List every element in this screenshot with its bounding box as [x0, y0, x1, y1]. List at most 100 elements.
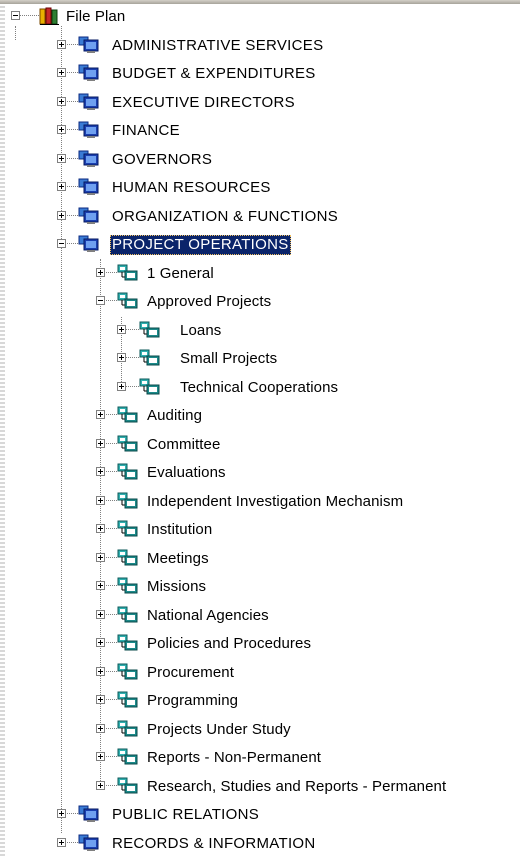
tree-item-governors[interactable]: GOVERNORS [0, 147, 520, 175]
expand-toggle-icon[interactable] [57, 154, 66, 163]
expand-toggle-icon[interactable] [117, 382, 126, 391]
tree-item-institution[interactable]: Institution [0, 517, 520, 545]
computer-folder-icon [78, 93, 100, 111]
tree-item-label: HUMAN RESOURCES [112, 179, 271, 196]
tree-item-label: Institution [147, 521, 213, 538]
expand-toggle-icon[interactable] [96, 524, 105, 533]
network-folder-icon [117, 492, 139, 510]
tree-item-label: Independent Investigation Mechanism [147, 493, 404, 510]
tree-item-research-studies-and-reports-permanent[interactable]: Research, Studies and Reports - Permanen… [0, 774, 520, 802]
computer-folder-icon [78, 121, 100, 139]
expand-toggle-icon[interactable] [57, 97, 66, 106]
collapse-toggle-icon[interactable] [96, 296, 105, 305]
collapse-toggle-icon[interactable] [57, 239, 66, 248]
tree-item-budget-expenditures[interactable]: BUDGET & EXPENDITURES [0, 61, 520, 89]
network-folder-icon [117, 720, 139, 738]
tree-item-label: Approved Projects [147, 293, 272, 310]
computer-folder-icon [78, 178, 100, 196]
tree-item-records-information[interactable]: RECORDS & INFORMATION [0, 831, 520, 859]
tree-item-finance[interactable]: FINANCE [0, 118, 520, 146]
network-folder-icon [117, 606, 139, 624]
expand-toggle-icon[interactable] [96, 752, 105, 761]
tree-item-procurement[interactable]: Procurement [0, 660, 520, 688]
expand-toggle-icon[interactable] [96, 496, 105, 505]
tree-item-label: RECORDS & INFORMATION [112, 835, 316, 852]
tree-item-evaluations[interactable]: Evaluations [0, 460, 520, 488]
tree-item-label: Meetings [147, 550, 209, 567]
computer-folder-icon [78, 36, 100, 54]
expand-toggle-icon[interactable] [57, 125, 66, 134]
expand-toggle-icon[interactable] [57, 40, 66, 49]
tree-item-label: PROJECT OPERATIONS [110, 235, 291, 255]
file-plan-tree[interactable]: File Plan ADMINISTRATIVE SERVICES BUDGET &… [0, 4, 520, 858]
expand-toggle-icon[interactable] [96, 781, 105, 790]
network-folder-icon [117, 748, 139, 766]
tree-item-label: BUDGET & EXPENDITURES [112, 65, 316, 82]
tree-item-organization-functions[interactable]: ORGANIZATION & FUNCTIONS [0, 204, 520, 232]
tree-item-reports-non-permanent[interactable]: Reports - Non-Permanent [0, 745, 520, 773]
tree-item-projects-under-study[interactable]: Projects Under Study [0, 717, 520, 745]
collapse-toggle-icon[interactable] [11, 11, 20, 20]
tree-item-human-resources[interactable]: HUMAN RESOURCES [0, 175, 520, 203]
tree-item-label: Reports - Non-Permanent [147, 749, 322, 766]
tree-item-label: Procurement [147, 664, 234, 681]
tree-item-label: GOVERNORS [112, 151, 213, 168]
tree-item-independent-investigation-mechanism[interactable]: Independent Investigation Mechanism [0, 489, 520, 517]
expand-toggle-icon[interactable] [96, 410, 105, 419]
expand-toggle-icon[interactable] [57, 838, 66, 847]
tree-item-1-general[interactable]: 1 General [0, 261, 520, 289]
tree-item-programming[interactable]: Programming [0, 688, 520, 716]
tree-item-file-plan[interactable]: File Plan [0, 4, 520, 32]
expand-toggle-icon[interactable] [57, 809, 66, 818]
tree-item-project-operations[interactable]: PROJECT OPERATIONS [0, 232, 520, 260]
expand-toggle-icon[interactable] [96, 268, 105, 277]
tree-item-technical-cooperations[interactable]: Technical Cooperations [0, 375, 520, 403]
tree-item-auditing[interactable]: Auditing [0, 403, 520, 431]
network-folder-icon [117, 691, 139, 709]
expand-toggle-icon[interactable] [96, 610, 105, 619]
tree-item-label: Committee [147, 436, 221, 453]
tree-item-loans[interactable]: Loans [0, 318, 520, 346]
tree-item-label: PUBLIC RELATIONS [112, 806, 260, 823]
expand-toggle-icon[interactable] [96, 695, 105, 704]
expand-toggle-icon[interactable] [96, 638, 105, 647]
expand-toggle-icon[interactable] [57, 182, 66, 191]
tree-item-approved-projects[interactable]: Approved Projects [0, 289, 520, 317]
tree-item-label: Research, Studies and Reports - Permanen… [147, 778, 447, 795]
tree-item-policies-and-procedures[interactable]: Policies and Procedures [0, 631, 520, 659]
tree-item-missions[interactable]: Missions [0, 574, 520, 602]
tree-item-label: Loans [180, 322, 222, 339]
network-folder-icon [139, 321, 161, 339]
expand-toggle-icon[interactable] [117, 325, 126, 334]
tree-item-label: Technical Cooperations [180, 379, 339, 396]
computer-folder-icon [78, 64, 100, 82]
tree-item-label: File Plan [66, 8, 126, 25]
expand-toggle-icon[interactable] [96, 667, 105, 676]
network-folder-icon [117, 634, 139, 652]
expand-toggle-icon[interactable] [96, 439, 105, 448]
computer-folder-icon [78, 235, 100, 253]
tree-item-public-relations[interactable]: PUBLIC RELATIONS [0, 802, 520, 830]
tree-item-label: FINANCE [112, 122, 180, 139]
tree-item-meetings[interactable]: Meetings [0, 546, 520, 574]
expand-toggle-icon[interactable] [96, 553, 105, 562]
tree-item-administrative-services[interactable]: ADMINISTRATIVE SERVICES [0, 33, 520, 61]
tree-item-national-agencies[interactable]: National Agencies [0, 603, 520, 631]
network-folder-icon [117, 549, 139, 567]
network-folder-icon [117, 406, 139, 424]
books-icon [39, 7, 61, 25]
expand-toggle-icon[interactable] [57, 68, 66, 77]
expand-toggle-icon[interactable] [117, 353, 126, 362]
network-folder-icon [117, 435, 139, 453]
network-folder-icon [117, 264, 139, 282]
computer-folder-icon [78, 150, 100, 168]
expand-toggle-icon[interactable] [96, 467, 105, 476]
tree-item-executive-directors[interactable]: EXECUTIVE DIRECTORS [0, 90, 520, 118]
expand-toggle-icon[interactable] [57, 211, 66, 220]
tree-item-small-projects[interactable]: Small Projects [0, 346, 520, 374]
expand-toggle-icon[interactable] [96, 724, 105, 733]
tree-item-committee[interactable]: Committee [0, 432, 520, 460]
expand-toggle-icon[interactable] [96, 581, 105, 590]
network-folder-icon [117, 520, 139, 538]
tree-item-label: ADMINISTRATIVE SERVICES [112, 37, 324, 54]
